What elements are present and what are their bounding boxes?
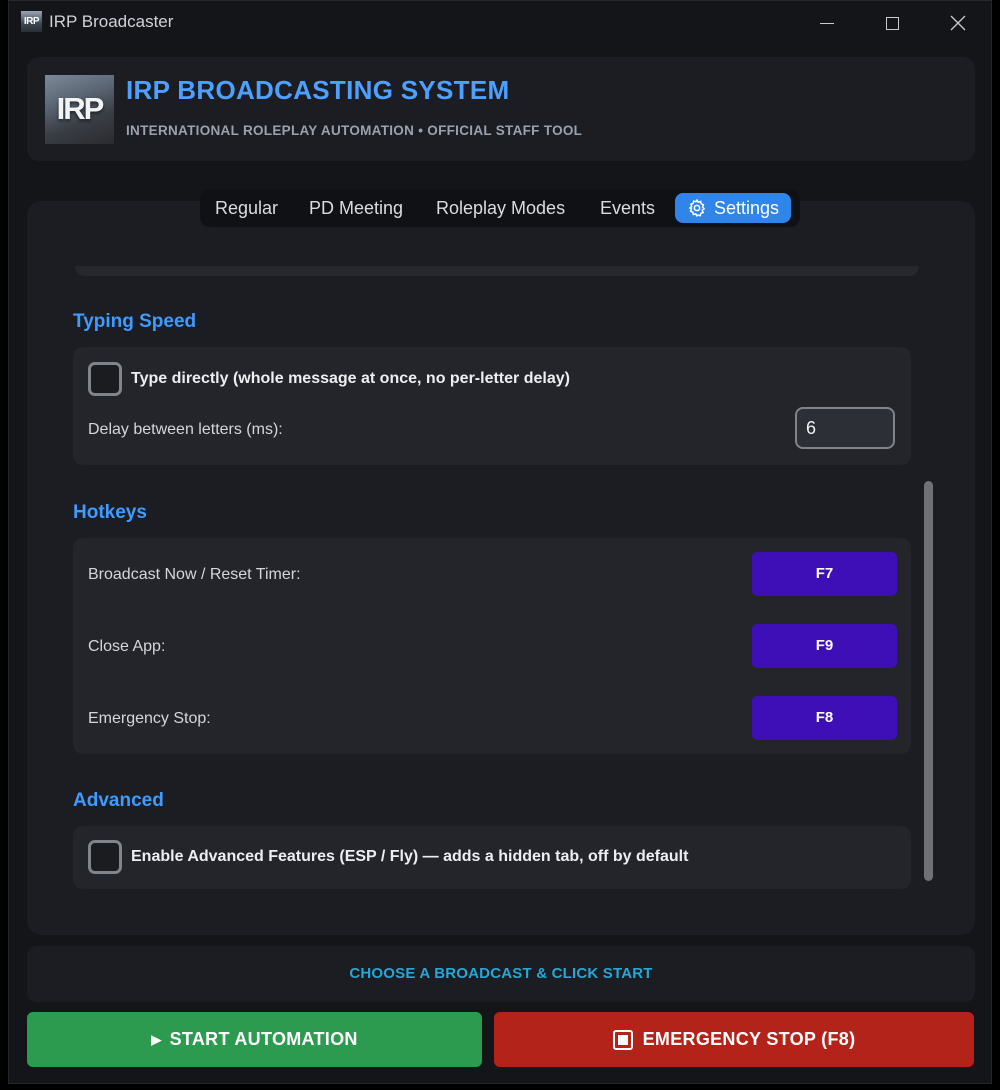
advanced-features-checkbox[interactable] [88, 840, 122, 874]
tab-events[interactable]: Events [589, 193, 666, 223]
tab-bar: Regular PD Meeting Roleplay Modes Events… [200, 189, 800, 227]
app-heading: IRP BROADCASTING SYSTEM [126, 75, 510, 105]
typing-speed-title: Typing Speed [73, 311, 197, 332]
delay-input[interactable]: 6 [795, 407, 895, 449]
tab-pd-meeting[interactable]: PD Meeting [298, 193, 414, 223]
scrollbar-thumb[interactable] [924, 481, 933, 881]
header-card: IRP IRP BROADCASTING SYSTEM INTERNATIONA… [27, 57, 975, 161]
title-bar[interactable]: IRP IRP Broadcaster [9, 1, 993, 45]
delay-label: Delay between letters (ms): [88, 421, 283, 438]
stop-icon [612, 1029, 633, 1050]
tab-settings[interactable]: Settings [675, 193, 792, 223]
play-icon: ▶ [151, 1031, 162, 1047]
hotkey-label-close: Close App: [88, 638, 166, 655]
start-automation-label: START AUTOMATION [169, 1029, 358, 1049]
hotkey-label-emergency: Emergency Stop: [88, 710, 211, 727]
type-directly-label: Type directly (whole message at once, no… [131, 370, 570, 387]
start-automation-button[interactable]: ▶ START AUTOMATION [27, 1012, 482, 1067]
hotkey-button-broadcast[interactable]: F7 [752, 552, 897, 596]
close-icon [950, 15, 966, 31]
settings-scroll-area[interactable]: Typing Speed Type directly (whole messag… [55, 257, 947, 897]
type-directly-checkbox[interactable] [88, 362, 122, 396]
maximize-icon [885, 16, 899, 30]
app-window: IRP IRP Broadcaster IRP IRP BROADCASTING… [8, 0, 992, 1084]
close-button[interactable] [925, 1, 991, 45]
advanced-features-label: Enable Advanced Features (ESP / Fly) — a… [131, 848, 689, 865]
hotkeys-title: Hotkeys [73, 502, 147, 523]
emergency-stop-label: EMERGENCY STOP (F8) [642, 1029, 856, 1049]
logo-text: IRP [56, 91, 105, 126]
minimize-button[interactable] [794, 1, 860, 45]
advanced-title: Advanced [73, 790, 164, 811]
minimize-icon [820, 22, 834, 24]
status-text: CHOOSE A BROADCAST & CLICK START [349, 965, 653, 982]
app-subheading: INTERNATIONAL ROLEPLAY AUTOMATION • OFFI… [126, 123, 583, 138]
app-logo: IRP [45, 75, 114, 144]
emergency-stop-button[interactable]: EMERGENCY STOP (F8) [494, 1012, 974, 1067]
tab-roleplay-modes[interactable]: Roleplay Modes [425, 193, 576, 223]
tab-settings-label: Settings [714, 198, 780, 218]
window-title: IRP Broadcaster [49, 12, 174, 31]
hotkey-button-emergency[interactable]: F8 [752, 696, 897, 740]
previous-card-edge [75, 266, 919, 276]
gear-icon [688, 198, 706, 218]
hotkeys-card: Broadcast Now / Reset Timer: F7 Close Ap… [73, 538, 911, 754]
tab-regular[interactable]: Regular [204, 193, 289, 223]
advanced-card: Enable Advanced Features (ESP / Fly) — a… [73, 826, 911, 889]
app-icon: IRP [21, 11, 42, 32]
hotkey-label-broadcast: Broadcast Now / Reset Timer: [88, 566, 301, 583]
typing-speed-card: Type directly (whole message at once, no… [73, 347, 911, 465]
maximize-button[interactable] [859, 1, 925, 45]
hotkey-button-close[interactable]: F9 [752, 624, 897, 668]
status-bar: CHOOSE A BROADCAST & CLICK START [27, 946, 975, 1002]
